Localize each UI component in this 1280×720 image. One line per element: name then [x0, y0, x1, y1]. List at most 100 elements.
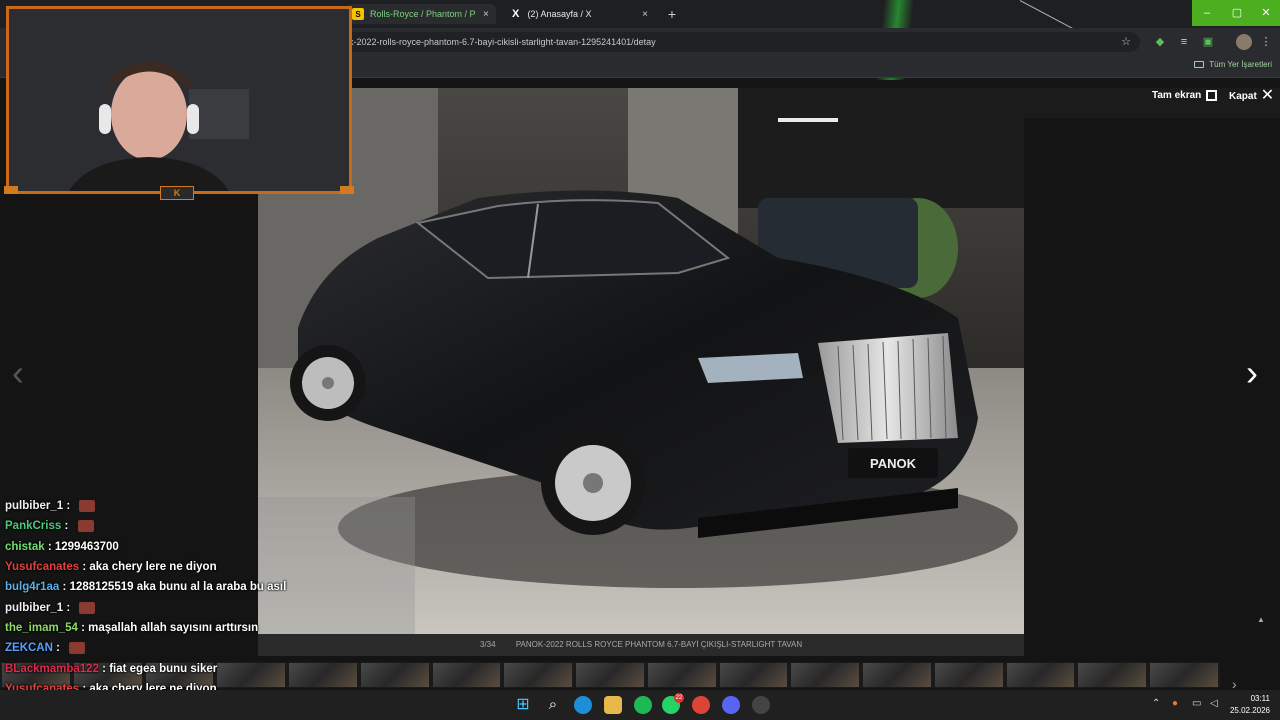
media-icon[interactable]: ≡ — [1176, 34, 1192, 50]
chat-emote-icon — [79, 500, 96, 513]
thumbnail[interactable] — [1006, 663, 1075, 687]
webcam-overlay — [6, 6, 352, 194]
thumbnail[interactable] — [1078, 663, 1147, 687]
photo-title: PANOK-2022 ROLLS ROYCE PHANTOM 6.7-BAYİ … — [515, 640, 803, 649]
maximize-button[interactable]: ▢ — [1222, 0, 1252, 26]
chat-separator: : — [63, 500, 74, 513]
chat-message: pulbiber_1 : — [0, 597, 420, 617]
fullscreen-button[interactable]: Tam ekran — [1152, 90, 1218, 101]
thumbnail[interactable] — [863, 663, 931, 687]
tab-title: Rolls-Royce / Phantom / Phant — [370, 9, 475, 19]
chat-separator: : — [52, 642, 64, 655]
spotify-icon[interactable] — [634, 696, 652, 714]
file-explorer-icon[interactable] — [604, 696, 622, 714]
chat-separator: : — [79, 561, 90, 574]
thumbnail[interactable] — [1150, 663, 1219, 687]
close-icon: ✕ — [1260, 87, 1275, 104]
stream-chat: pulbiber_1 : PankCriss : chistak : 12994… — [0, 496, 420, 719]
chat-separator: : — [44, 540, 55, 553]
tab-close-icon[interactable]: × — [642, 9, 648, 20]
previous-photo-arrow-icon[interactable]: ‹ — [12, 352, 24, 394]
tab-favicon: S — [352, 8, 364, 20]
profile-avatar-icon[interactable] — [1236, 34, 1252, 50]
chat-username[interactable]: BLackmamba122 — [5, 663, 99, 675]
frame-corner — [4, 186, 18, 194]
chat-message: pulbiber_1 : — [0, 496, 420, 516]
screen: S Rolls-Royce / Phantom / Phant × X (2) … — [0, 0, 1280, 720]
chat-message: Yusufcanates : aka chery lere ne diyon — [0, 557, 420, 577]
url-field[interactable]: ok-2022-rolls-royce-phantom-6.7-bayi-cik… — [340, 32, 1140, 52]
chat-message: the_imam_54 : maşallah allah sayısını ar… — [0, 618, 420, 638]
fullscreen-label: Tam ekran — [1152, 90, 1202, 101]
all-bookmarks-button[interactable]: Tüm Yer İşaretleri — [1194, 60, 1272, 69]
chat-username[interactable]: PankCriss — [5, 520, 61, 532]
thumbnail[interactable] — [432, 663, 501, 687]
tab-title: (2) Anasayfa / X — [527, 9, 592, 19]
license-plate-text: PANOK — [870, 456, 917, 471]
chat-message: chistak : 1299463700 — [0, 537, 420, 557]
chat-separator: : — [63, 601, 74, 614]
tray-chevron-icon[interactable]: ⌃ — [1152, 698, 1160, 709]
folder-icon — [1194, 61, 1205, 68]
discord-icon[interactable] — [722, 696, 740, 714]
chat-text: aka chery lere ne diyon — [89, 561, 217, 574]
chrome-icon[interactable] — [692, 696, 710, 714]
extension-puzzle-icon[interactable]: ▣ — [1200, 34, 1216, 50]
chat-separator: : — [98, 662, 110, 675]
close-viewer-button[interactable]: Kapat ✕ — [1229, 87, 1275, 104]
close-window-button[interactable]: ✕ — [1252, 0, 1280, 26]
edge-browser-icon[interactable] — [574, 696, 592, 714]
start-menu-icon[interactable]: ⊞ — [514, 696, 532, 714]
thumbnail[interactable] — [504, 663, 573, 687]
bookmark-star-icon[interactable]: ☆ — [1118, 34, 1134, 50]
next-photo-arrow-icon[interactable]: › — [1246, 352, 1258, 394]
chat-text: 1299463700 — [54, 540, 119, 553]
chat-emote-icon — [77, 520, 94, 533]
chat-username[interactable]: the_imam_54 — [5, 622, 78, 634]
clock-date: 25.02.2026 — [1229, 706, 1270, 715]
volume-icon[interactable]: ◁ — [1210, 698, 1218, 709]
clock-time: 03:11 — [1250, 694, 1270, 703]
chat-username[interactable]: Yusufcanates — [5, 561, 79, 573]
tab-close-icon[interactable]: × — [483, 9, 489, 20]
chat-username[interactable]: bulg4r1aa — [5, 581, 59, 593]
thumbnail[interactable] — [791, 663, 860, 687]
new-tab-button[interactable]: + — [664, 6, 680, 22]
notification-badge: 22 — [674, 693, 684, 703]
thumbnail[interactable] — [934, 663, 1003, 687]
chat-text: maşallah allah sayısını arttırsın — [88, 621, 259, 634]
extension-icon[interactable]: ◆ — [1152, 34, 1168, 50]
microphone-icon[interactable]: ● — [1172, 698, 1178, 709]
minimize-button[interactable]: – — [1192, 0, 1222, 26]
chat-username[interactable]: pulbiber_1 — [5, 602, 63, 614]
frame-corner — [340, 186, 354, 194]
chat-message: bulg4r1aa : 1288125519 aka bunu al la ar… — [0, 577, 420, 597]
chat-emote-icon — [79, 601, 96, 614]
thumbnail[interactable] — [647, 663, 716, 687]
steam-icon[interactable] — [752, 696, 770, 714]
chat-separator: : — [61, 520, 72, 533]
search-icon[interactable]: ⌕ — [544, 696, 562, 714]
chat-separator: : — [59, 581, 70, 594]
thumbnail[interactable] — [576, 663, 644, 687]
network-icon[interactable]: ▭ — [1192, 698, 1201, 709]
channel-logo: K — [160, 186, 194, 200]
fullscreen-icon — [1206, 90, 1218, 101]
chat-username[interactable]: pulbiber_1 — [5, 500, 63, 512]
close-label: Kapat — [1229, 90, 1257, 102]
chat-username[interactable]: chistak — [5, 541, 45, 553]
chat-emote-icon — [69, 642, 86, 655]
system-clock[interactable]: 03:11 25.02.2026 — [1230, 693, 1270, 717]
chat-separator: : — [77, 621, 89, 634]
photo-index: 3/34 — [480, 640, 496, 649]
chat-text: fiat egea bunu siker — [109, 662, 218, 675]
thumbnail[interactable] — [719, 663, 788, 687]
all-bookmarks-label: Tüm Yer İşaretleri — [1209, 60, 1272, 69]
tab-x-home[interactable]: X (2) Anasayfa / X × — [504, 4, 654, 24]
chat-text: 1288125519 aka bunu al la araba bu asıl — [69, 581, 287, 594]
tab-rolls-royce[interactable]: S Rolls-Royce / Phantom / Phant × — [346, 4, 496, 24]
scroll-up-icon[interactable]: ▲ — [1253, 615, 1269, 631]
menu-kebab-icon[interactable]: ⋮ — [1258, 34, 1274, 50]
streamer-silhouette — [9, 9, 349, 191]
chat-username[interactable]: ZEKCAN — [5, 642, 53, 654]
